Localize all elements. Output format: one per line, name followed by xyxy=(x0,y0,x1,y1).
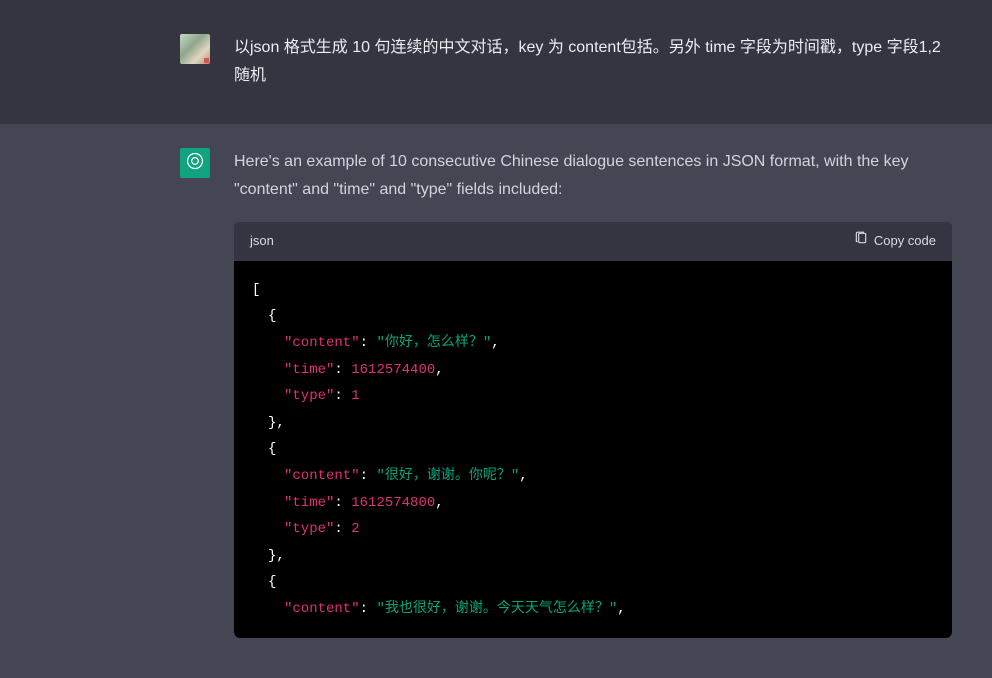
code-line: "time": 1612574800, xyxy=(252,490,934,517)
copy-code-button[interactable]: Copy code xyxy=(854,230,936,253)
assistant-intro-text: Here's an example of 10 consecutive Chin… xyxy=(234,148,952,204)
clipboard-icon xyxy=(854,230,868,253)
user-message-row: 以json 格式生成 10 句连续的中文对话，key 为 content包括。另… xyxy=(0,0,992,124)
code-line: "type": 2 xyxy=(252,516,934,543)
code-line: "content": "很好，谢谢。你呢？", xyxy=(252,463,934,490)
code-line: { xyxy=(252,303,934,330)
assistant-message-row: Here's an example of 10 consecutive Chin… xyxy=(0,124,992,678)
code-language-label: json xyxy=(250,230,274,253)
assistant-message-body: Here's an example of 10 consecutive Chin… xyxy=(234,148,952,638)
code-block-content[interactable]: [{"content": "你好，怎么样？","time": 161257440… xyxy=(234,261,952,639)
assistant-avatar xyxy=(180,148,210,178)
code-line: { xyxy=(252,569,934,596)
code-line: "type": 1 xyxy=(252,383,934,410)
openai-logo-icon xyxy=(185,151,205,176)
code-line: "content": "你好，怎么样？", xyxy=(252,330,934,357)
code-block-header: json Copy code xyxy=(234,222,952,261)
copy-code-label: Copy code xyxy=(874,230,936,253)
code-line: "content": "我也很好，谢谢。今天天气怎么样？", xyxy=(252,596,934,623)
user-message-text: 以json 格式生成 10 句连续的中文对话，key 为 content包括。另… xyxy=(234,34,952,90)
code-block: json Copy code [{"content": "你好，怎么样？","t… xyxy=(234,222,952,638)
code-line: { xyxy=(252,436,934,463)
code-line: }, xyxy=(252,543,934,570)
code-line: "time": 1612574400, xyxy=(252,357,934,384)
code-line: }, xyxy=(252,410,934,437)
code-line: [ xyxy=(252,277,934,304)
user-avatar xyxy=(180,34,210,64)
